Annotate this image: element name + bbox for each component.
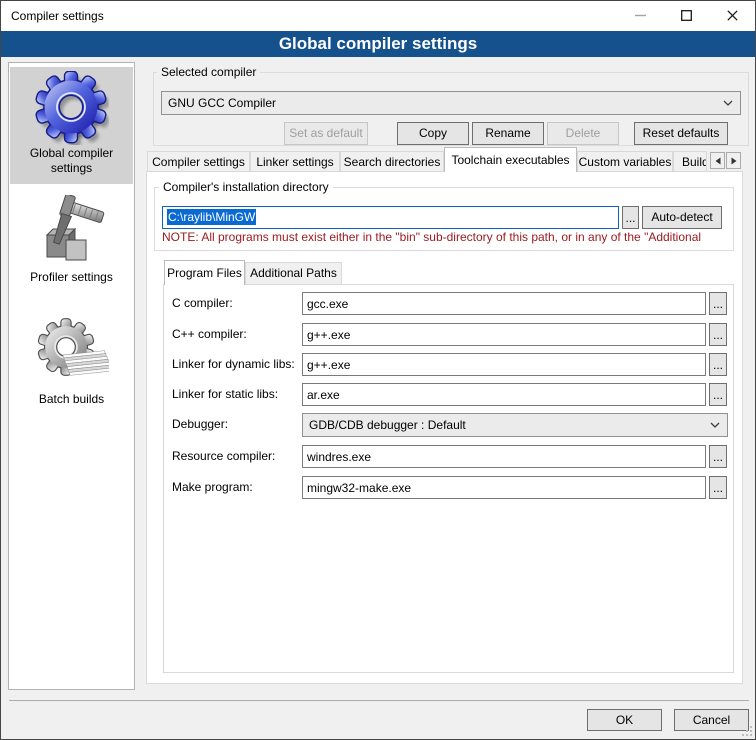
linker-static-label: Linker for static libs: xyxy=(172,383,302,406)
linker-static-input[interactable] xyxy=(302,383,706,406)
reset-defaults-button[interactable]: Reset defaults xyxy=(634,122,728,145)
make-program-label: Make program: xyxy=(172,476,302,499)
close-icon xyxy=(727,10,738,21)
tab-toolchain-executables[interactable]: Toolchain executables xyxy=(444,147,577,172)
tab-scroll-right-icon xyxy=(731,157,737,165)
title-bar: Compiler settings xyxy=(1,1,755,31)
linker-dynamic-input[interactable] xyxy=(302,353,706,376)
installation-directory-group-label: Compiler's installation directory xyxy=(159,180,333,194)
tab-scroll-right-button[interactable] xyxy=(726,152,741,169)
resize-grip[interactable] xyxy=(742,726,752,736)
ok-button[interactable]: OK xyxy=(587,709,662,731)
selected-compiler-value: GNU GCC Compiler xyxy=(168,92,740,114)
tab-custom-variables[interactable]: Custom variables xyxy=(577,151,673,171)
resource-compiler-browse-button[interactable]: ... xyxy=(709,445,727,468)
gray-gear-stack-icon xyxy=(35,317,109,391)
delete-button[interactable]: Delete xyxy=(547,122,619,145)
linker-dynamic-label: Linker for dynamic libs: xyxy=(172,353,302,376)
rename-button[interactable]: Rename xyxy=(472,122,544,145)
selected-compiler-dropdown[interactable]: GNU GCC Compiler xyxy=(161,91,741,115)
sidebar-item-label: Global compiler settings xyxy=(10,146,133,176)
tab-search-directories[interactable]: Search directories xyxy=(340,151,444,171)
cpp-compiler-label: C++ compiler: xyxy=(172,323,302,346)
sidebar-item-batch-builds[interactable]: Batch builds xyxy=(10,313,133,427)
tab-linker-settings[interactable]: Linker settings xyxy=(250,151,340,171)
make-program-input[interactable] xyxy=(302,476,706,499)
selected-compiler-group-label: Selected compiler xyxy=(157,65,260,79)
settings-category-list: Global compiler settings Profiler settin… xyxy=(8,62,135,690)
copy-button[interactable]: Copy xyxy=(397,122,469,145)
sidebar-item-global-compiler-settings[interactable]: Global compiler settings xyxy=(10,67,133,184)
bin-subdirectory-note: NOTE: All programs must exist either in … xyxy=(162,230,730,244)
window-title: Compiler settings xyxy=(11,1,104,31)
sidebar-item-label: Profiler settings xyxy=(10,270,133,285)
tab-compiler-settings[interactable]: Compiler settings xyxy=(147,151,250,171)
cpp-compiler-browse-button[interactable]: ... xyxy=(709,323,727,346)
set-as-default-button[interactable]: Set as default xyxy=(284,122,368,145)
resource-compiler-label: Resource compiler: xyxy=(172,445,302,468)
minimize-button[interactable] xyxy=(617,1,663,30)
sidebar-item-label: Batch builds xyxy=(10,392,133,407)
minimize-icon xyxy=(635,10,646,21)
footer-divider xyxy=(9,700,749,701)
debugger-label: Debugger: xyxy=(172,413,302,436)
chevron-down-icon xyxy=(710,422,720,428)
maximize-icon xyxy=(681,10,692,21)
linker-static-browse-button[interactable]: ... xyxy=(709,383,727,406)
subtab-additional-paths[interactable]: Additional Paths xyxy=(245,262,342,284)
tab-scroll-left-icon xyxy=(715,157,721,165)
install-dir-selected-text: C:\raylib\MinGW xyxy=(167,209,256,225)
sidebar-item-profiler-settings[interactable]: Profiler settings xyxy=(10,191,133,305)
chevron-down-icon xyxy=(723,100,733,106)
resource-compiler-input[interactable] xyxy=(302,445,706,468)
auto-detect-button[interactable]: Auto-detect xyxy=(642,206,722,229)
linker-dynamic-browse-button[interactable]: ... xyxy=(709,353,727,376)
make-program-browse-button[interactable]: ... xyxy=(709,476,727,499)
caliper-icon xyxy=(35,195,109,269)
maximize-button[interactable] xyxy=(663,1,709,30)
close-button[interactable] xyxy=(709,1,755,30)
cancel-button[interactable]: Cancel xyxy=(674,709,749,731)
install-dir-input[interactable]: C:\raylib\MinGW xyxy=(162,206,619,229)
tab-scroll-left-button[interactable] xyxy=(710,152,725,169)
debugger-dropdown[interactable]: GDB/CDB debugger : Default xyxy=(302,413,728,437)
debugger-value: GDB/CDB debugger : Default xyxy=(309,414,727,436)
dialog-banner-title: Global compiler settings xyxy=(1,31,755,57)
c-compiler-browse-button[interactable]: ... xyxy=(709,292,727,315)
c-compiler-input[interactable] xyxy=(302,292,706,315)
blue-gear-icon xyxy=(35,71,109,145)
tab-build-options[interactable]: Build options xyxy=(673,151,707,171)
install-dir-browse-button[interactable]: ... xyxy=(622,206,639,229)
subtab-program-files[interactable]: Program Files xyxy=(164,260,245,285)
compiler-settings-dialog: Compiler settings Global compiler settin… xyxy=(0,0,756,740)
c-compiler-label: C compiler: xyxy=(172,292,302,315)
cpp-compiler-input[interactable] xyxy=(302,323,706,346)
